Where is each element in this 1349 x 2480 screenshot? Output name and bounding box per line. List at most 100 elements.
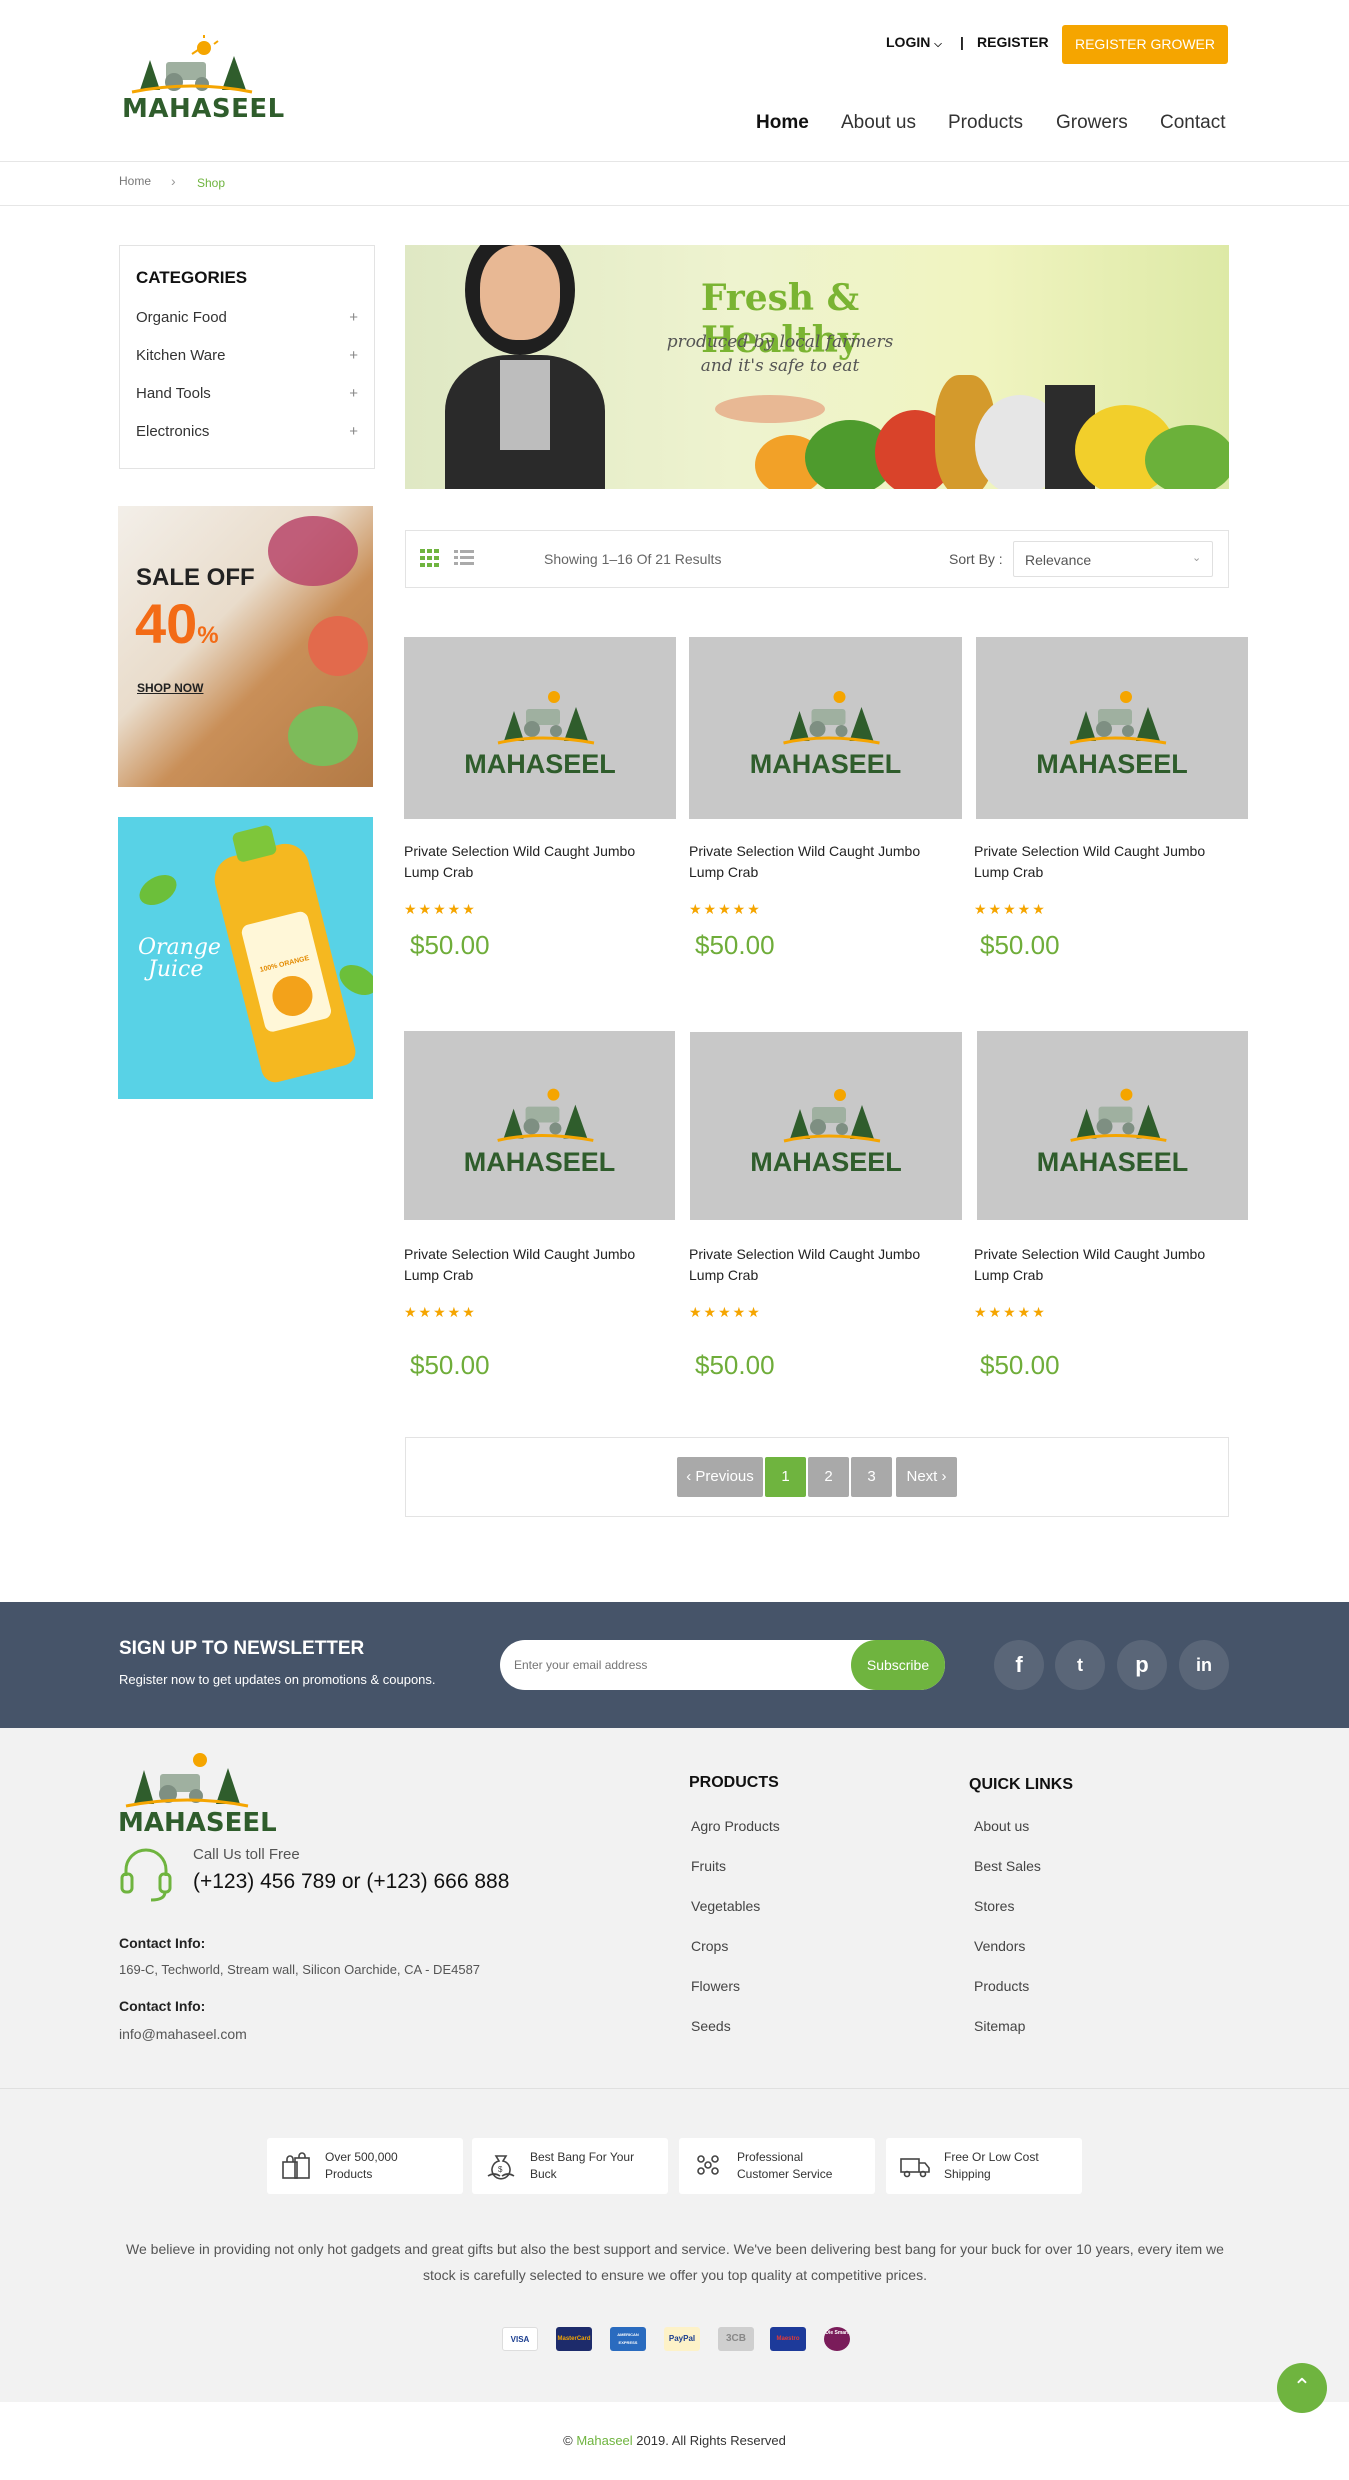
orange-juice-promo[interactable]: Orange Juice 100% ORANGE <box>118 817 373 1099</box>
product-title[interactable]: Private Selection Wild Caught Jumbo Lump… <box>404 1244 664 1286</box>
orange-image <box>268 971 317 1021</box>
feature-shipping: Free Or Low Cost Shipping <box>886 2138 1082 2194</box>
product-image[interactable]: MAHASEEL <box>976 637 1248 819</box>
footer-link-products[interactable]: Products <box>974 1978 1029 1994</box>
subscribe-button[interactable]: Subscribe <box>851 1640 945 1690</box>
footer-link-sitemap[interactable]: Sitemap <box>974 2018 1025 2034</box>
feature-text: Best Bang For Your Buck <box>530 2149 660 2183</box>
categories-title: CATEGORIES <box>136 268 248 287</box>
product-title[interactable]: Private Selection Wild Caught Jumbo Lump… <box>689 1244 949 1286</box>
page-1-button[interactable]: 1 <box>765 1457 806 1497</box>
login-dropdown[interactable]: LOGIN ⌵ <box>886 34 942 50</box>
nav-growers[interactable]: Growers <box>1056 112 1128 134</box>
page-3-button[interactable]: 3 <box>851 1457 892 1497</box>
product-title[interactable]: Private Selection Wild Caught Jumbo Lump… <box>974 841 1234 883</box>
svg-text:$: $ <box>498 2165 503 2174</box>
money-bag-icon: $ <box>487 2155 515 2180</box>
nav-home[interactable]: Home <box>756 112 809 134</box>
footer-link-seeds[interactable]: Seeds <box>691 2018 731 2034</box>
breadcrumb-home[interactable]: Home <box>119 174 151 188</box>
plus-icon[interactable]: + <box>349 347 358 364</box>
product-image-logo-text: MAHASEEL <box>750 1147 902 1177</box>
sale-title: SALE OFF <box>136 564 255 591</box>
nav-products[interactable]: Products <box>948 112 1023 134</box>
pinterest-icon[interactable]: p <box>1117 1640 1167 1690</box>
feature-text: Professional Customer Service <box>737 2149 867 2183</box>
feature-line2: Buck <box>530 2167 557 2181</box>
product-title[interactable]: Private Selection Wild Caught Jumbo Lump… <box>404 841 664 883</box>
twitter-icon[interactable]: t <box>1055 1640 1105 1690</box>
facebook-icon[interactable]: f <box>994 1640 1044 1690</box>
tractor-logo-icon <box>1069 691 1167 745</box>
site-logo[interactable]: MAHASEEL <box>122 34 284 124</box>
next-page-button[interactable]: Next › <box>896 1457 957 1497</box>
footer-link-agro-products[interactable]: Agro Products <box>691 1818 780 1834</box>
previous-page-button[interactable]: ‹ Previous <box>677 1457 763 1497</box>
feature-line1: Free Or Low Cost <box>944 2150 1039 2164</box>
footer-link-about-us[interactable]: About us <box>974 1818 1029 1834</box>
product-image[interactable]: MAHASEEL <box>977 1031 1248 1220</box>
leaf-image <box>134 868 182 912</box>
footer-link-vendors[interactable]: Vendors <box>974 1938 1025 1954</box>
plus-icon[interactable]: + <box>349 423 358 440</box>
grid-view-icon[interactable] <box>420 549 440 567</box>
product-title[interactable]: Private Selection Wild Caught Jumbo Lump… <box>689 841 949 883</box>
email-input[interactable] <box>514 1652 814 1678</box>
contact-info-title: Contact Info: <box>119 1998 206 2014</box>
sale-promo-banner[interactable]: SALE OFF 40% SHOP NOW <box>118 506 373 787</box>
product-price: $50.00 <box>695 930 775 960</box>
nav-about-us[interactable]: About us <box>841 112 916 134</box>
phone-number: (+123) 456 789 or (+123) 666 888 <box>193 1870 510 1893</box>
breadcrumb: Home › Shop <box>0 162 1349 206</box>
product-image[interactable]: MAHASEEL <box>404 1031 675 1220</box>
feature-line1: Best Bang For Your <box>530 2150 635 2164</box>
feature-line1: Professional <box>737 2150 804 2164</box>
footer-link-stores[interactable]: Stores <box>974 1898 1014 1914</box>
register-grower-button[interactable]: REGISTER GROWER <box>1062 25 1228 64</box>
register-link[interactable]: REGISTER <box>977 34 1049 50</box>
products-title: PRODUCTS <box>689 1774 779 1791</box>
shop-now-link[interactable]: SHOP NOW <box>137 681 203 695</box>
categories-panel: CATEGORIES Organic Food + Kitchen Ware + H… <box>119 245 375 469</box>
product-image[interactable]: MAHASEEL <box>690 1032 962 1220</box>
footer-link-vegetables[interactable]: Vegetables <box>691 1898 760 1914</box>
sort-select[interactable]: Relevance ⌄ <box>1013 541 1213 577</box>
shop-toolbar: Showing 1–16 Of 21 Results Sort By : Rel… <box>405 530 1229 588</box>
footer-logo[interactable]: MAHASEEL <box>118 1744 277 1840</box>
contact-info-title: Contact Info: <box>119 1935 206 1951</box>
juice-label: Orange Juice <box>138 937 221 981</box>
footer-link-flowers[interactable]: Flowers <box>691 1978 740 1994</box>
product-title[interactable]: Private Selection Wild Caught Jumbo Lump… <box>974 1244 1234 1286</box>
feature-customer-service: Professional Customer Service <box>679 2138 875 2194</box>
plus-icon[interactable]: + <box>349 385 358 402</box>
product-image[interactable]: MAHASEEL <box>404 637 676 819</box>
header-separator: | <box>960 34 964 50</box>
plus-icon[interactable]: + <box>349 309 358 326</box>
chevron-up-icon: ⌃ <box>1292 2374 1312 2399</box>
back-to-top-button[interactable]: ⌃ <box>1277 2363 1327 2413</box>
page-2-button[interactable]: 2 <box>808 1457 849 1497</box>
category-hand-tools[interactable]: Hand Tools + <box>136 385 358 402</box>
list-view-icon[interactable] <box>454 549 474 567</box>
product-image[interactable]: MAHASEEL <box>689 637 962 819</box>
footer-link-fruits[interactable]: Fruits <box>691 1858 726 1874</box>
breadcrumb-current: Shop <box>197 176 226 190</box>
contact-email[interactable]: info@mahaseel.com <box>119 2026 247 2042</box>
copyright-brand-link[interactable]: Mahaseel <box>576 2433 632 2448</box>
juice-label-line1: Orange <box>138 935 221 960</box>
footer-link-best-sales[interactable]: Best Sales <box>974 1858 1041 1874</box>
product-price: $50.00 <box>695 1350 775 1380</box>
tractor-logo-icon <box>125 1753 249 1808</box>
category-organic-food[interactable]: Organic Food + <box>136 309 358 326</box>
footer-logo-text: MAHASEEL <box>118 1808 277 1838</box>
sale-percent-value: 40 <box>135 592 198 655</box>
category-kitchen-ware[interactable]: Kitchen Ware + <box>136 347 358 364</box>
site-footer: MAHASEEL Call Us toll Free (+123) 456 78… <box>0 1728 1349 2402</box>
call-label: Call Us toll Free <box>193 1846 300 1863</box>
bottle-cap <box>231 824 278 864</box>
footer-link-crops[interactable]: Crops <box>691 1938 728 1954</box>
category-electronics[interactable]: Electronics + <box>136 423 358 440</box>
nav-contact[interactable]: Contact <box>1160 112 1225 134</box>
linkedin-icon[interactable]: in <box>1179 1640 1229 1690</box>
mastercard-icon: MasterCard <box>556 2327 592 2351</box>
